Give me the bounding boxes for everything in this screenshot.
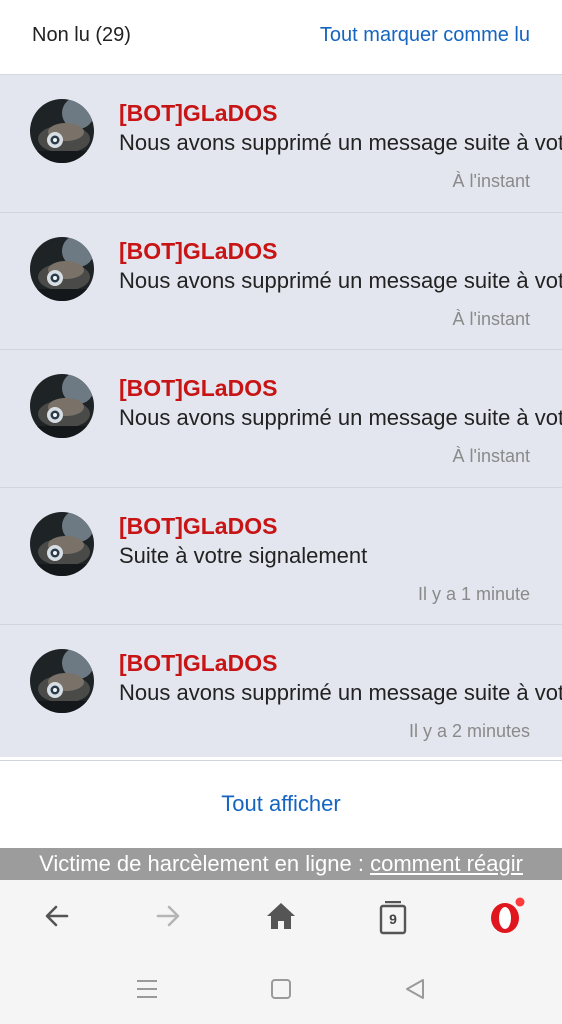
home-button[interactable] bbox=[261, 898, 301, 938]
notifications-header: Non lu (29) Tout marquer comme lu bbox=[0, 0, 562, 75]
notification-message: Nous avons supprimé un message suite à v… bbox=[119, 267, 562, 293]
harassment-banner: Victime de harcèlement en ligne : commen… bbox=[0, 848, 562, 880]
avatar bbox=[30, 236, 94, 301]
notification-time: À l'instant bbox=[452, 308, 530, 329]
forward-button[interactable] bbox=[148, 898, 188, 938]
notification-message: Suite à votre signalement bbox=[119, 542, 368, 568]
avatar bbox=[30, 99, 94, 163]
triangle-back-icon bbox=[404, 978, 426, 1005]
system-navigation-bar bbox=[0, 956, 562, 1024]
opera-logo-icon bbox=[486, 896, 526, 941]
notification-message: Nous avons supprimé un message suite à v… bbox=[119, 405, 562, 430]
opera-menu-button[interactable] bbox=[486, 896, 526, 941]
notification-item[interactable]: [BOT]GLaDOS Nous avons supprimé un messa… bbox=[0, 213, 562, 350]
notification-author: [BOT]GLaDOS bbox=[119, 512, 278, 539]
banner-text: Victime de harcèlement en ligne : bbox=[39, 851, 371, 876]
notification-item[interactable]: [BOT]GLaDOS Suite à votre signalement Il… bbox=[0, 488, 562, 625]
avatar bbox=[30, 649, 94, 713]
show-all-section: Tout afficher bbox=[0, 760, 562, 848]
notification-time: Il y a 1 minute bbox=[417, 583, 530, 604]
notification-item[interactable]: [BOT]GLaDOS Nous avons supprimé un messa… bbox=[0, 625, 562, 757]
avatar bbox=[30, 511, 94, 576]
notification-item[interactable]: [BOT]GLaDOS Nous avons supprimé un messa… bbox=[0, 75, 562, 213]
notification-time: À l'instant bbox=[452, 171, 530, 191]
avatar bbox=[30, 374, 94, 438]
notification-list: [BOT]GLaDOS Nous avons supprimé un messa… bbox=[0, 75, 562, 757]
menu-lines-icon bbox=[136, 979, 158, 1004]
home-system-button[interactable] bbox=[266, 976, 296, 1006]
unread-count-label: Non lu (29) bbox=[32, 24, 131, 46]
home-icon bbox=[265, 901, 297, 936]
notification-author: [BOT]GLaDOS bbox=[119, 100, 278, 126]
arrow-right-icon bbox=[154, 902, 182, 935]
notification-message: Nous avons supprimé un message suite à v… bbox=[119, 680, 562, 705]
banner-link[interactable]: comment réagir bbox=[370, 851, 523, 876]
tabs-count: 9 bbox=[389, 911, 397, 927]
square-icon bbox=[270, 978, 292, 1005]
notification-time: À l'instant bbox=[452, 446, 530, 466]
mark-all-read-link[interactable]: Tout marquer comme lu bbox=[320, 24, 530, 47]
notification-author: [BOT]GLaDOS bbox=[119, 650, 278, 676]
recent-apps-button[interactable] bbox=[132, 976, 162, 1006]
show-all-link[interactable]: Tout afficher bbox=[0, 791, 562, 817]
tabs-icon: 9 bbox=[379, 901, 407, 935]
back-system-button[interactable] bbox=[400, 976, 430, 1006]
notification-author: [BOT]GLaDOS bbox=[119, 375, 278, 401]
back-button[interactable] bbox=[37, 898, 77, 938]
notification-message: Nous avons supprimé un message suite à v… bbox=[119, 130, 562, 155]
tabs-button[interactable]: 9 bbox=[373, 898, 413, 938]
notification-item[interactable]: [BOT]GLaDOS Nous avons supprimé un messa… bbox=[0, 350, 562, 488]
notification-time: Il y a 2 minutes bbox=[408, 721, 530, 741]
browser-toolbar: 9 bbox=[0, 880, 562, 956]
notification-author: [BOT]GLaDOS bbox=[119, 237, 278, 264]
arrow-left-icon bbox=[43, 902, 71, 935]
